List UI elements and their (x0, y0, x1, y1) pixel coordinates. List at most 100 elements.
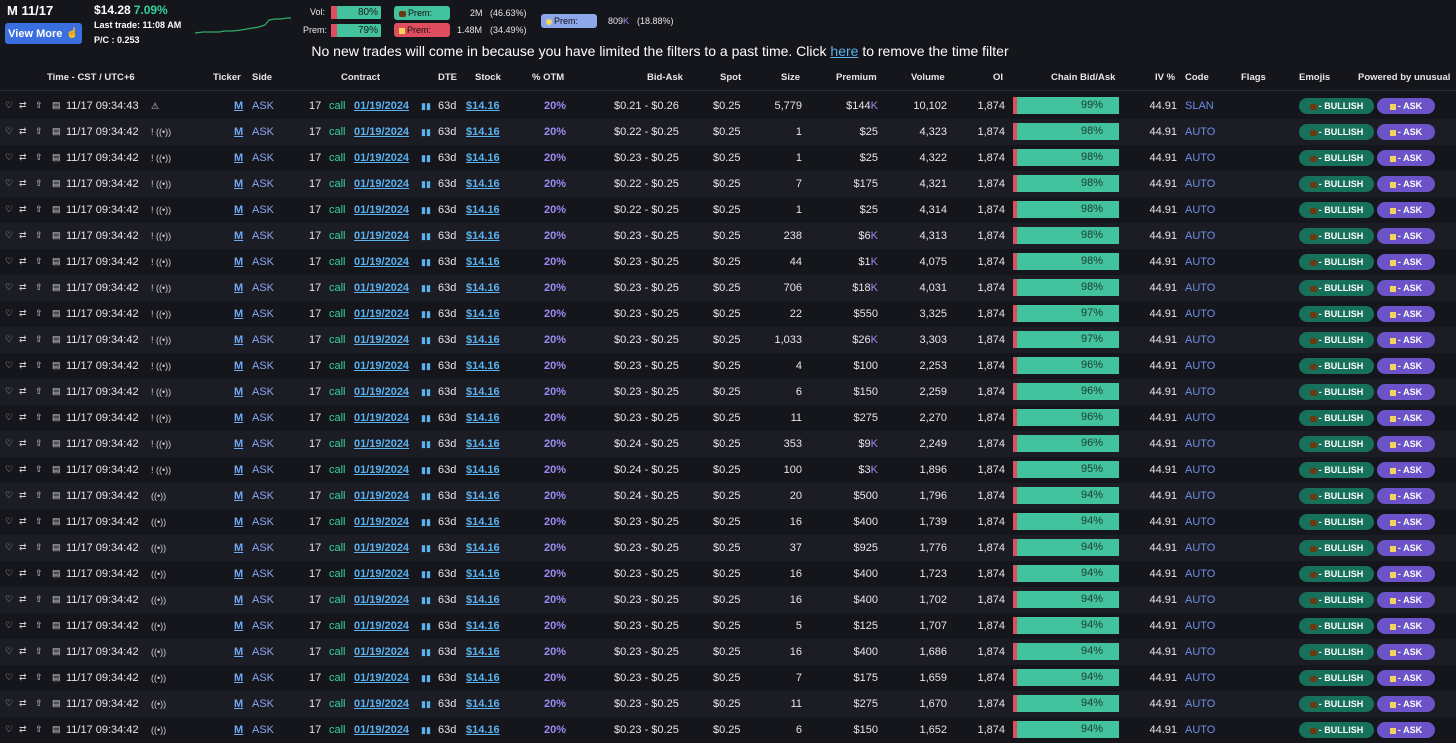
ticker-link[interactable]: M (234, 639, 243, 665)
col-time[interactable]: Time - CST / UTC+6 (47, 66, 135, 90)
heart-icon[interactable]: ♡ (5, 698, 13, 708)
chart-icon[interactable]: ▮▮ (421, 93, 431, 119)
heart-icon[interactable]: ♡ (5, 412, 13, 422)
table-row[interactable]: ♡ ⇄ ⇧ ▤ 11/17 09:34:42 ! ((•)) M ASK 17 … (0, 119, 1456, 145)
ticker-link[interactable]: M (234, 457, 243, 483)
repeat-icon[interactable]: ⇄ (19, 542, 27, 552)
heart-icon[interactable]: ♡ (5, 256, 13, 266)
repeat-icon[interactable]: ⇄ (19, 594, 27, 604)
repeat-icon[interactable]: ⇄ (19, 230, 27, 240)
table-row[interactable]: ♡ ⇄ ⇧ ▤ 11/17 09:34:42 ((•)) M ASK 17 ca… (0, 717, 1456, 743)
heart-icon[interactable]: ♡ (5, 100, 13, 110)
ticker-link[interactable]: M (234, 483, 243, 509)
share-icon[interactable]: ⇧ (35, 672, 43, 682)
repeat-icon[interactable]: ⇄ (19, 204, 27, 214)
contract-link[interactable]: 01/19/2024 (354, 379, 409, 405)
repeat-icon[interactable]: ⇄ (19, 386, 27, 396)
share-icon[interactable]: ⇧ (35, 594, 43, 604)
table-row[interactable]: ♡ ⇄ ⇧ ▤ 11/17 09:34:42 ((•)) M ASK 17 ca… (0, 535, 1456, 561)
share-icon[interactable]: ⇧ (35, 724, 43, 734)
document-icon[interactable]: ▤ (52, 178, 61, 188)
chart-icon[interactable]: ▮▮ (421, 353, 431, 379)
heart-icon[interactable]: ♡ (5, 178, 13, 188)
ticker-link[interactable]: M (234, 405, 243, 431)
heart-icon[interactable]: ♡ (5, 620, 13, 630)
ticker-link[interactable]: M (234, 93, 243, 119)
col-ticker[interactable]: Ticker (213, 66, 241, 90)
col-volume[interactable]: Volume (911, 66, 945, 90)
chart-icon[interactable]: ▮▮ (421, 561, 431, 587)
document-icon[interactable]: ▤ (52, 516, 61, 526)
ticker-link[interactable]: M (234, 223, 243, 249)
heart-icon[interactable]: ♡ (5, 230, 13, 240)
table-row[interactable]: ♡ ⇄ ⇧ ▤ 11/17 09:34:42 ! ((•)) M ASK 17 … (0, 275, 1456, 301)
share-icon[interactable]: ⇧ (35, 334, 43, 344)
col-emojis[interactable]: Emojis (1299, 66, 1330, 90)
repeat-icon[interactable]: ⇄ (19, 412, 27, 422)
contract-link[interactable]: 01/19/2024 (354, 717, 409, 743)
contract-link[interactable]: 01/19/2024 (354, 509, 409, 535)
heart-icon[interactable]: ♡ (5, 542, 13, 552)
contract-link[interactable]: 01/19/2024 (354, 197, 409, 223)
contract-link[interactable]: 01/19/2024 (354, 431, 409, 457)
document-icon[interactable]: ▤ (52, 594, 61, 604)
col-dte[interactable]: DTE (438, 66, 457, 90)
stock-link[interactable]: $14.16 (466, 613, 500, 639)
table-row[interactable]: ♡ ⇄ ⇧ ▤ 11/17 09:34:42 ((•)) M ASK 17 ca… (0, 613, 1456, 639)
repeat-icon[interactable]: ⇄ (19, 360, 27, 370)
heart-icon[interactable]: ♡ (5, 308, 13, 318)
heart-icon[interactable]: ♡ (5, 152, 13, 162)
table-row[interactable]: ♡ ⇄ ⇧ ▤ 11/17 09:34:42 ! ((•)) M ASK 17 … (0, 431, 1456, 457)
share-icon[interactable]: ⇧ (35, 620, 43, 630)
document-icon[interactable]: ▤ (52, 204, 61, 214)
share-icon[interactable]: ⇧ (35, 204, 43, 214)
document-icon[interactable]: ▤ (52, 152, 61, 162)
col-code[interactable]: Code (1185, 66, 1209, 90)
heart-icon[interactable]: ♡ (5, 204, 13, 214)
document-icon[interactable]: ▤ (52, 308, 61, 318)
contract-link[interactable]: 01/19/2024 (354, 353, 409, 379)
share-icon[interactable]: ⇧ (35, 412, 43, 422)
col-otm[interactable]: % OTM (532, 66, 564, 90)
ticker-link[interactable]: M (234, 587, 243, 613)
stock-link[interactable]: $14.16 (466, 249, 500, 275)
document-icon[interactable]: ▤ (52, 438, 61, 448)
chart-icon[interactable]: ▮▮ (421, 587, 431, 613)
chart-icon[interactable]: ▮▮ (421, 691, 431, 717)
share-icon[interactable]: ⇧ (35, 438, 43, 448)
share-icon[interactable]: ⇧ (35, 542, 43, 552)
contract-link[interactable]: 01/19/2024 (354, 483, 409, 509)
contract-link[interactable]: 01/19/2024 (354, 691, 409, 717)
stock-link[interactable]: $14.16 (466, 561, 500, 587)
share-icon[interactable]: ⇧ (35, 256, 43, 266)
ticker-link[interactable]: M (234, 509, 243, 535)
repeat-icon[interactable]: ⇄ (19, 568, 27, 578)
contract-link[interactable]: 01/19/2024 (354, 275, 409, 301)
repeat-icon[interactable]: ⇄ (19, 256, 27, 266)
ticker-link[interactable]: M (234, 171, 243, 197)
heart-icon[interactable]: ♡ (5, 360, 13, 370)
document-icon[interactable]: ▤ (52, 386, 61, 396)
document-icon[interactable]: ▤ (52, 334, 61, 344)
heart-icon[interactable]: ♡ (5, 724, 13, 734)
document-icon[interactable]: ▤ (52, 256, 61, 266)
repeat-icon[interactable]: ⇄ (19, 282, 27, 292)
chart-icon[interactable]: ▮▮ (421, 249, 431, 275)
table-row[interactable]: ♡ ⇄ ⇧ ▤ 11/17 09:34:42 ! ((•)) M ASK 17 … (0, 223, 1456, 249)
col-flags[interactable]: Flags (1241, 66, 1266, 90)
stock-link[interactable]: $14.16 (466, 223, 500, 249)
stock-link[interactable]: $14.16 (466, 275, 500, 301)
stock-link[interactable]: $14.16 (466, 431, 500, 457)
repeat-icon[interactable]: ⇄ (19, 672, 27, 682)
ticker-link[interactable]: M (234, 431, 243, 457)
repeat-icon[interactable]: ⇄ (19, 490, 27, 500)
document-icon[interactable]: ▤ (52, 100, 61, 110)
heart-icon[interactable]: ♡ (5, 282, 13, 292)
heart-icon[interactable]: ♡ (5, 386, 13, 396)
table-row[interactable]: ♡ ⇄ ⇧ ▤ 11/17 09:34:42 ! ((•)) M ASK 17 … (0, 327, 1456, 353)
contract-link[interactable]: 01/19/2024 (354, 561, 409, 587)
heart-icon[interactable]: ♡ (5, 490, 13, 500)
col-size[interactable]: Size (781, 66, 800, 90)
heart-icon[interactable]: ♡ (5, 334, 13, 344)
table-row[interactable]: ♡ ⇄ ⇧ ▤ 11/17 09:34:42 ((•)) M ASK 17 ca… (0, 691, 1456, 717)
